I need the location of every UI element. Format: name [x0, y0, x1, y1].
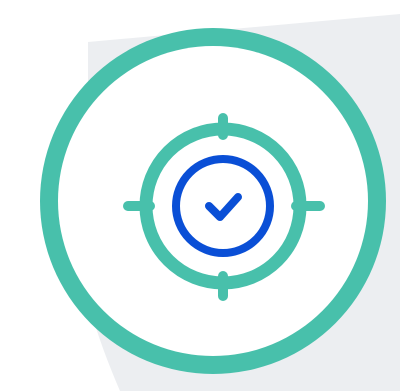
target-check-illustration [40, 14, 400, 391]
inner-circle [58, 46, 368, 356]
